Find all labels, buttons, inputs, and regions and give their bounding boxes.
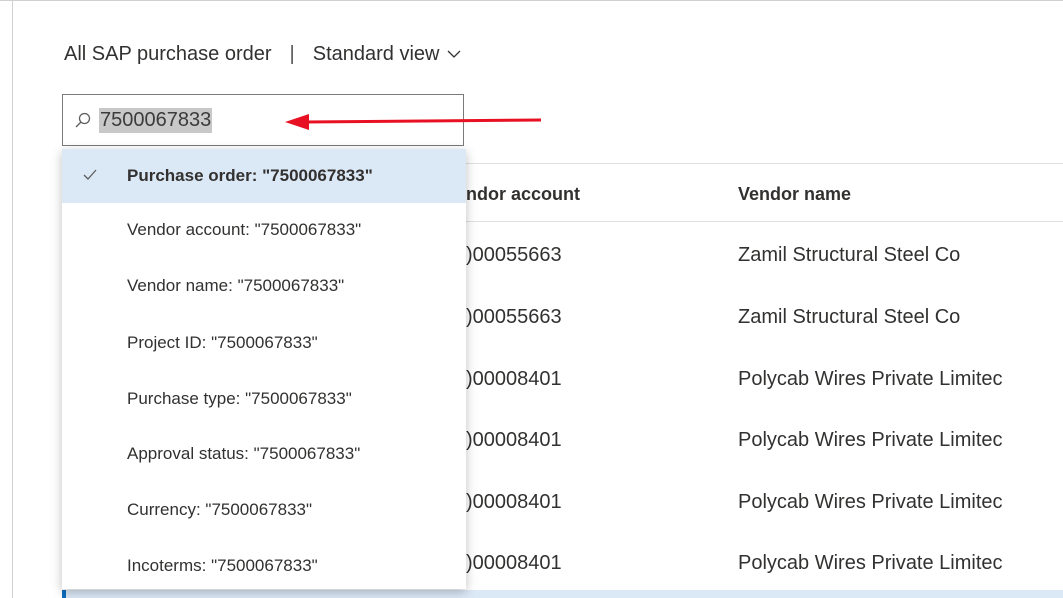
column-header-vendor-name[interactable]: Vendor name <box>738 184 851 205</box>
cell-vendor-account[interactable]: )00055663 <box>466 306 616 329</box>
grid-header-divider <box>466 221 1063 222</box>
search-input[interactable]: 7500067833 <box>99 107 213 133</box>
suggestion-project-id[interactable]: Project ID: "7500067833" <box>62 316 466 370</box>
suggestion-currency[interactable]: Currency: "7500067833" <box>62 483 466 537</box>
cell-vendor-name[interactable]: Polycab Wires Private Limitec <box>738 491 1003 514</box>
cell-vendor-name[interactable]: Polycab Wires Private Limitec <box>738 552 1003 575</box>
cell-vendor-name[interactable]: Polycab Wires Private Limitec <box>738 368 1003 391</box>
cell-vendor-name[interactable]: Zamil Structural Steel Co <box>738 306 960 329</box>
cell-vendor-account[interactable]: )00008401 <box>466 429 616 452</box>
grid-top-line <box>466 163 1063 164</box>
suggestion-label: Project ID: "7500067833" <box>127 333 318 352</box>
suggestion-label: Incoterms: "7500067833" <box>127 556 318 575</box>
cell-vendor-account[interactable]: )00055663 <box>466 244 616 267</box>
chevron-down-icon <box>448 50 461 58</box>
suggestion-approval-status[interactable]: Approval status: "7500067833" <box>62 427 466 481</box>
suggestion-vendor-name[interactable]: Vendor name: "7500067833" <box>62 259 466 313</box>
suggestion-label: Purchase order: "7500067833" <box>127 166 373 185</box>
suggestion-label: Approval status: "7500067833" <box>127 444 361 463</box>
cell-vendor-name[interactable]: Polycab Wires Private Limitec <box>738 429 1003 452</box>
view-selector[interactable]: Standard view <box>313 43 462 66</box>
page-header: All SAP purchase order | Standard view <box>64 40 461 68</box>
search-icon <box>75 112 91 128</box>
suggestion-label: Vendor name: "7500067833" <box>127 276 345 295</box>
header-separator: | <box>289 42 295 65</box>
top-border <box>0 0 1063 1</box>
suggestion-purchase-type[interactable]: Purchase type: "7500067833" <box>62 372 466 426</box>
view-selector-label: Standard view <box>312 42 440 65</box>
suggestion-incoterms[interactable]: Incoterms: "7500067833" <box>62 539 466 593</box>
cell-vendor-account[interactable]: )00008401 <box>466 491 616 514</box>
column-header-vendor-account[interactable]: ndor account <box>466 184 580 205</box>
annotation-arrow <box>285 114 542 130</box>
search-suggestions-dropdown: Purchase order: "7500067833" Vendor acco… <box>62 149 466 589</box>
suggestion-label: Vendor account: "7500067833" <box>127 220 362 239</box>
checkmark-icon <box>83 169 97 180</box>
cell-vendor-account[interactable]: )00008401 <box>466 552 616 575</box>
left-border <box>12 0 13 598</box>
suggestion-label: Currency: "7500067833" <box>127 500 313 519</box>
page-title: All SAP purchase order <box>64 42 272 65</box>
suggestion-vendor-account[interactable]: Vendor account: "7500067833" <box>62 203 466 257</box>
suggestion-label: Purchase type: "7500067833" <box>127 389 352 408</box>
cell-vendor-account[interactable]: )00008401 <box>466 368 616 391</box>
cell-vendor-name[interactable]: Zamil Structural Steel Co <box>738 244 960 267</box>
suggestion-purchase-order[interactable]: Purchase order: "7500067833" <box>62 149 466 203</box>
